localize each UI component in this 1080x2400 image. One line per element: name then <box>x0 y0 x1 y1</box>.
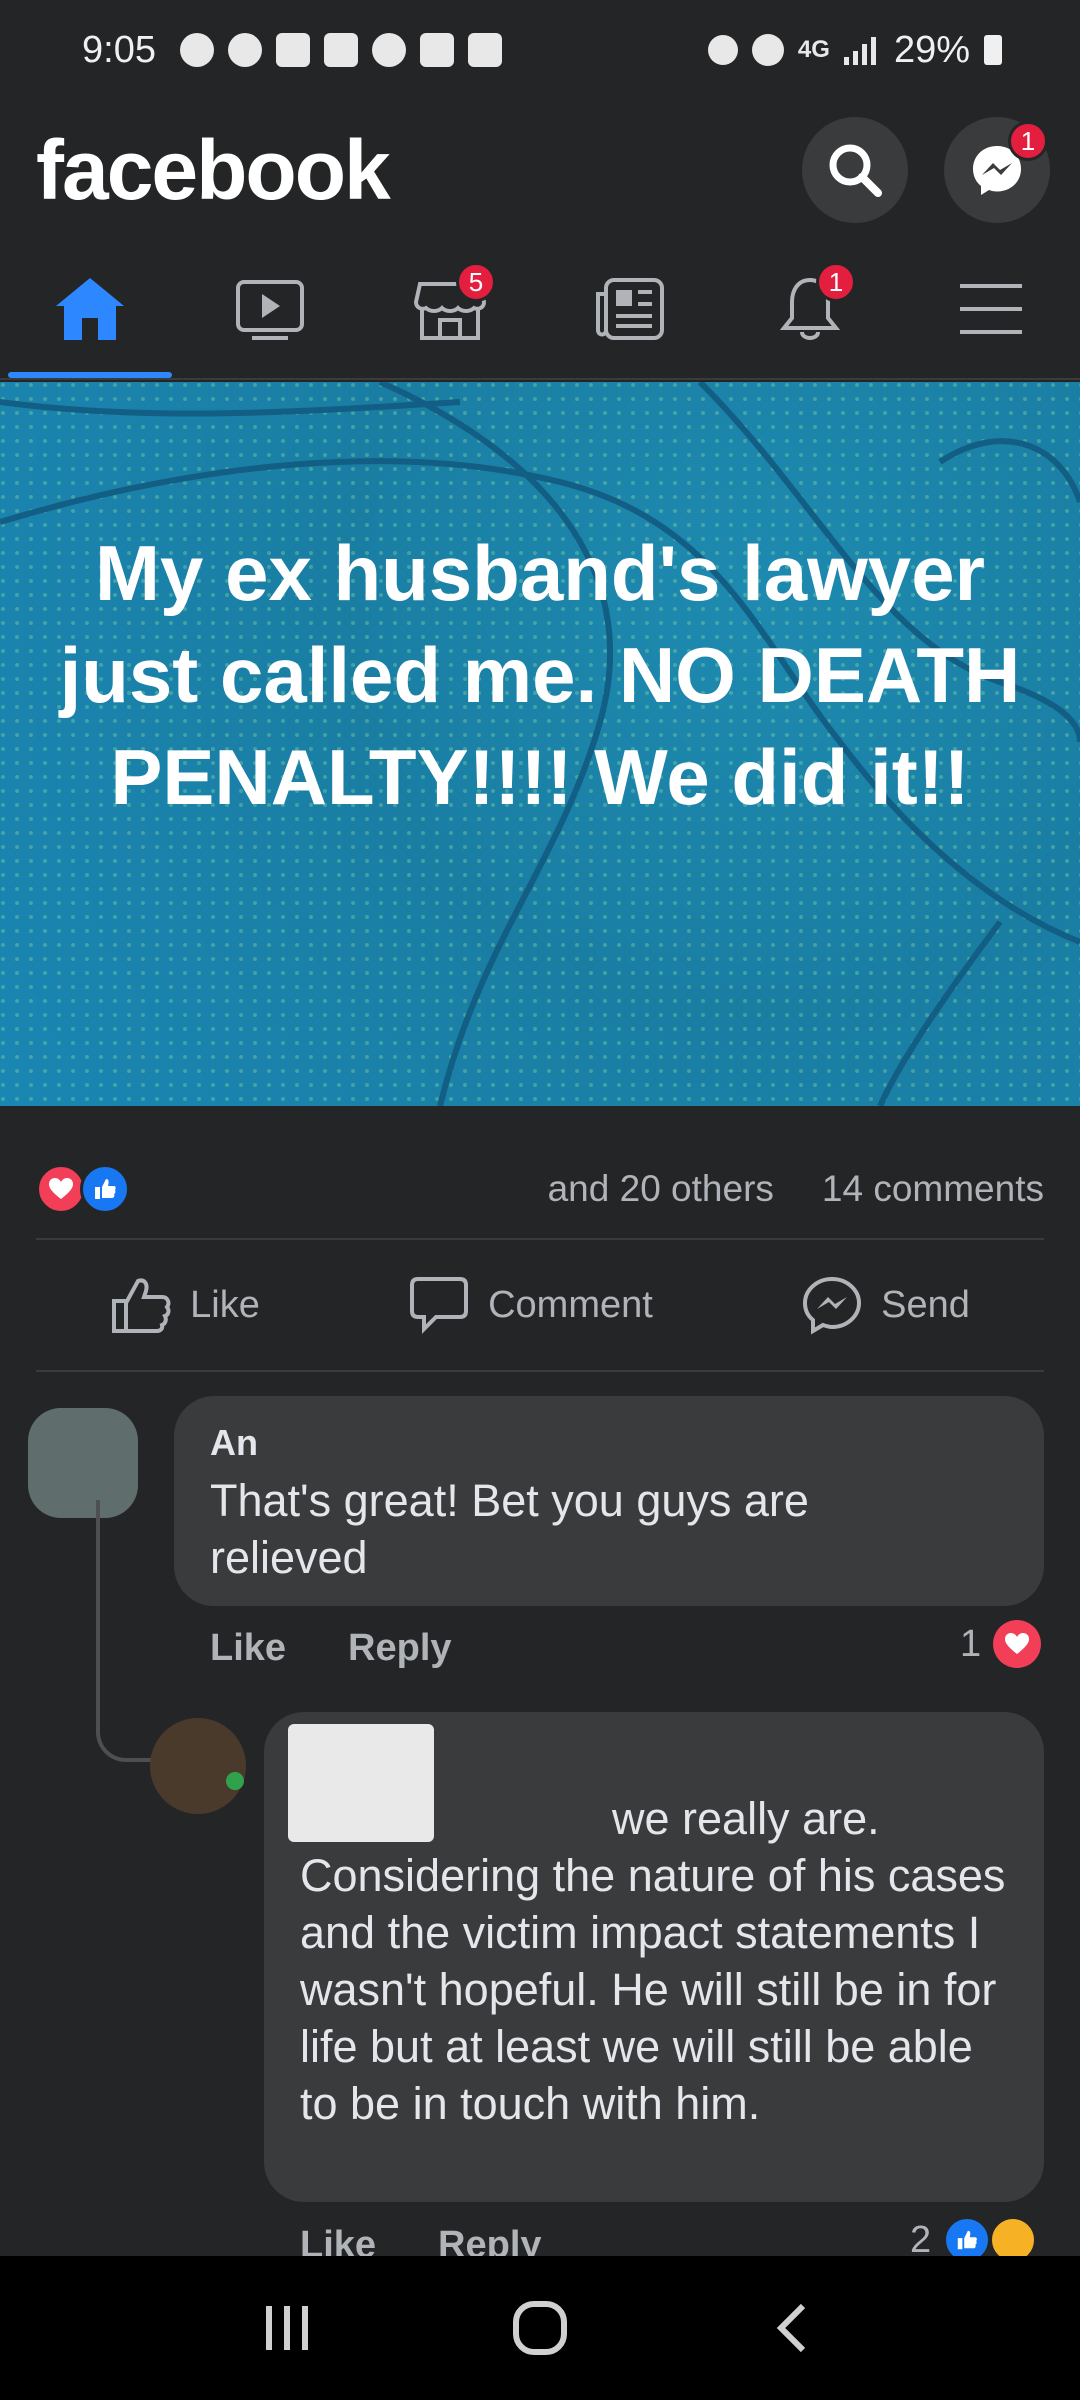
battery-percent: 29% <box>893 28 970 71</box>
send-label: Send <box>881 1283 970 1326</box>
status-left: 9:05 <box>82 29 502 72</box>
playstation-notification-icon <box>371 33 406 67</box>
status-right: 4G 29% <box>707 28 1002 72</box>
home-button-icon[interactable] <box>510 2298 570 2358</box>
news-icon <box>596 278 664 340</box>
data-saver-icon <box>707 35 738 65</box>
reactions-summary[interactable]: and 20 others 14 comments <box>36 1140 1044 1240</box>
comments-count[interactable]: 14 comments <box>822 1168 1044 1210</box>
signal-icon <box>843 37 876 65</box>
thumbs-up-icon <box>112 1278 171 1333</box>
header-actions: 1 <box>802 117 1050 223</box>
hamburger-menu-icon <box>960 284 1022 334</box>
search-icon <box>829 144 882 197</box>
tab-news[interactable] <box>540 240 720 378</box>
messenger-send-icon <box>803 1276 862 1335</box>
post-actions: Like Comment Send <box>36 1240 1044 1372</box>
like-label: Like <box>190 1283 260 1326</box>
app-grid-notification-icon-2 <box>419 33 454 67</box>
tab-home[interactable] <box>0 240 180 378</box>
search-button[interactable] <box>802 117 908 223</box>
app-header: facebook 1 <box>0 100 1080 240</box>
system-navigation-bar <box>0 2256 1080 2400</box>
comment-label: Comment <box>488 1283 653 1326</box>
love-reaction-icon <box>993 1620 1042 1668</box>
messenger-badge: 1 <box>1008 121 1048 161</box>
redacted-author-name <box>288 1724 434 1842</box>
notifications-badge: 1 <box>816 262 856 302</box>
back-icon[interactable] <box>763 2298 823 2358</box>
tab-watch[interactable] <box>180 240 360 378</box>
battery-icon <box>984 35 1002 65</box>
comment-text: That's great! Bet you guys are relieved <box>210 1475 809 1583</box>
alarm-icon <box>751 34 784 66</box>
comment-reaction-count[interactable]: 1 <box>960 1620 1042 1668</box>
marketplace-badge: 5 <box>456 262 496 302</box>
youtube-notification-icon <box>323 33 358 67</box>
reply-author-avatar[interactable] <box>150 1718 246 1814</box>
status-time: 9:05 <box>82 28 156 71</box>
messenger-button[interactable]: 1 <box>944 117 1050 223</box>
facebook-notification-icon <box>227 33 262 67</box>
main-nav: 5 1 <box>0 240 1080 380</box>
network-type: 4G <box>797 36 830 63</box>
comment-reply-button[interactable]: Reply <box>348 1627 451 1670</box>
comment-button[interactable]: Comment <box>408 1275 653 1335</box>
video-icon <box>236 280 304 340</box>
comment-actions: Like Reply <box>210 1627 452 1670</box>
messenger-notification-icon <box>179 33 214 67</box>
reaction-others-text[interactable]: and 20 others <box>548 1168 774 1210</box>
comment-reaction-number: 1 <box>960 1622 982 1665</box>
reply-bubble[interactable]: we really are. Considering the nature of… <box>264 1712 1044 2202</box>
reaction-icons <box>36 1164 130 1214</box>
like-button[interactable]: Like <box>110 1275 260 1335</box>
comment-icon <box>410 1277 469 1334</box>
comment-like-button[interactable]: Like <box>210 1627 286 1670</box>
online-status-dot <box>226 1772 244 1790</box>
like-reaction-icon <box>80 1164 130 1214</box>
reply-first-line: we really are. <box>612 1793 880 1844</box>
status-bar: 9:05 4G 29% <box>0 0 1080 100</box>
reaction-meta: and 20 others 14 comments <box>548 1168 1044 1210</box>
facebook-logo[interactable]: facebook <box>36 122 391 219</box>
post-text: My ex husband's lawyer just called me. N… <box>59 529 1021 821</box>
reply-text: Considering the nature of his cases and … <box>300 1850 1006 2129</box>
gallery-notification-icon <box>467 33 502 67</box>
love-reaction-icon <box>36 1164 86 1214</box>
comment-author[interactable]: An <box>210 1422 258 1464</box>
send-button[interactable]: Send <box>801 1275 970 1335</box>
post-text-card[interactable]: My ex husband's lawyer just called me. N… <box>0 382 1080 1106</box>
recent-apps-icon[interactable] <box>257 2300 317 2356</box>
home-icon <box>56 278 124 340</box>
tab-marketplace[interactable]: 5 <box>360 240 540 378</box>
app-grid-notification-icon <box>275 33 310 67</box>
reply-thread-line <box>96 1500 176 1762</box>
comment-bubble[interactable]: An That's great! Bet you guys are reliev… <box>174 1396 1044 1606</box>
tab-notifications[interactable]: 1 <box>720 240 900 378</box>
tab-menu[interactable] <box>900 240 1080 378</box>
